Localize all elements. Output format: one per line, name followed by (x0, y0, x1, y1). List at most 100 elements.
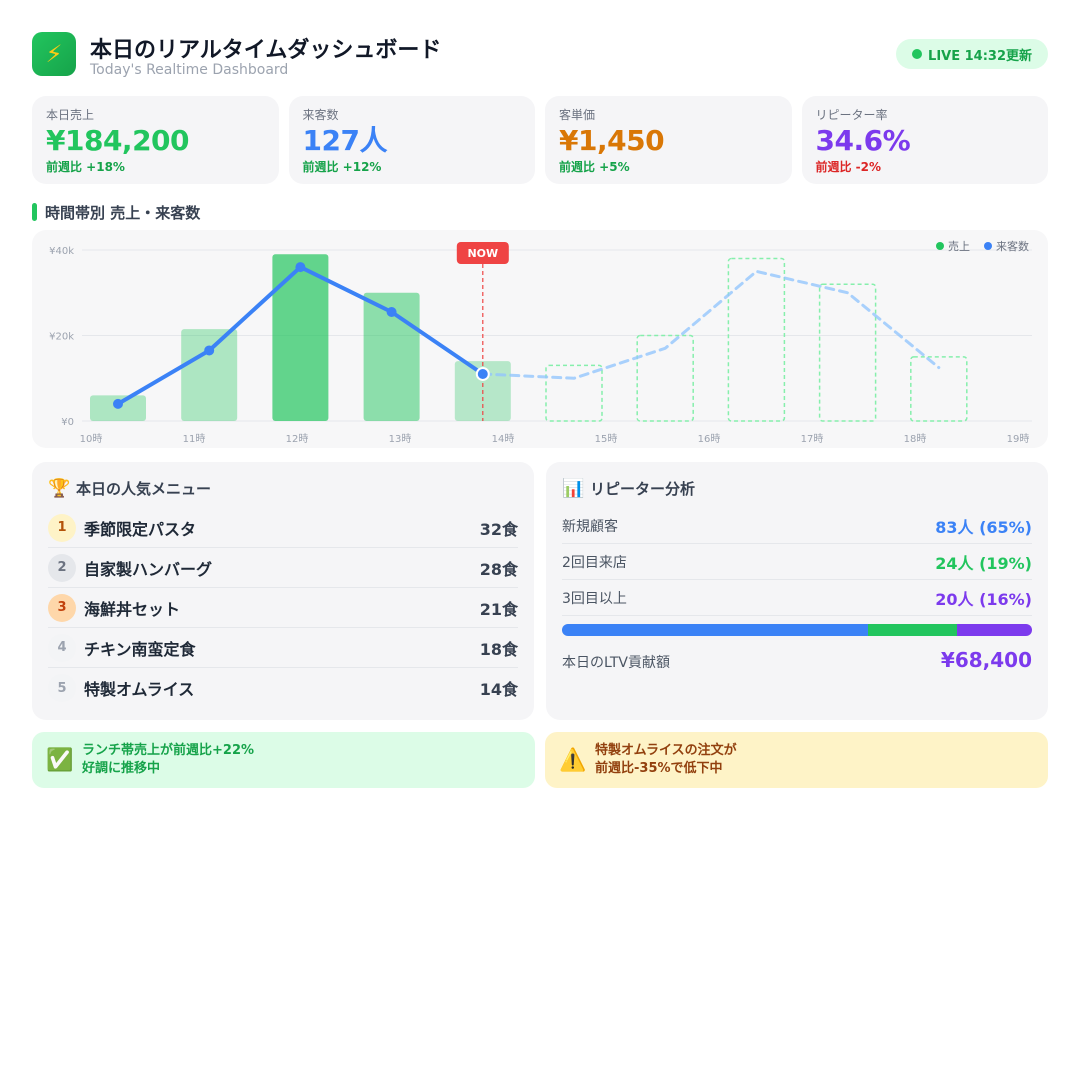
y-tick-label: ¥0 (61, 417, 74, 428)
chart-section-title: 時間帯別 売上・来客数 (32, 202, 200, 222)
alert-line: 好調に推移中 (82, 761, 161, 776)
kpi-label: 本日売上 (46, 108, 95, 122)
alert-success[interactable]: ✅ ランチ帯売上が前週比+22% 好調に推移中 (32, 732, 535, 788)
kpi-card-visitors[interactable]: 来客数 127人 前週比 +12% (288, 96, 535, 184)
kpi-label: 客単価 (559, 108, 596, 122)
legend-label-visitors: 来客数 (996, 239, 1029, 253)
sales-forecast-bar (545, 364, 603, 422)
alert-warning[interactable]: ⚠️ 特製オムライスの注文が 前週比-35%で低下中 (545, 732, 1048, 788)
kpi-delta: 前週比 -2% (815, 160, 882, 174)
rank-badge: 1 (48, 513, 76, 542)
visitors-point (204, 345, 215, 356)
live-status-label: LIVE 14:32更新 (928, 48, 1032, 64)
chart-section-label: 時間帯別 売上・来客数 (45, 203, 201, 222)
hourly-chart-card: ¥40k ¥20k ¥0 10時 11時 12時 13時 14時 15時 16時 17時 18時 19時… (32, 230, 1048, 448)
kpi-value: ¥184,200 (46, 124, 190, 157)
sales-forecast-bar (727, 257, 786, 422)
lightning-icon: ⚡ (32, 32, 76, 76)
kpi-row: 本日売上 ¥184,200 前週比 +18% 来客数 127人 前週比 +12%… (32, 96, 1048, 184)
repeater-label: 3回目以上 (562, 590, 627, 607)
menu-item-name: チキン南蛮定食 (84, 639, 196, 659)
kpi-card-avg-spend[interactable]: 客単価 ¥1,450 前週比 +5% (545, 96, 792, 184)
popular-menu-list: 1 季節限定パスタ 32食 2 自家製ハンバーグ 28食 3 海鮮丼セット 21… (48, 508, 518, 708)
kpi-label: リピーター率 (815, 108, 888, 122)
kpi-value: 127人 (302, 124, 388, 157)
repeater-value: 24人 (19%) (935, 553, 1032, 573)
list-item[interactable]: 1 季節限定パスタ 32食 (48, 508, 518, 548)
x-tick-label: 13時 (389, 433, 412, 445)
ltv-value: ¥68,400 (940, 648, 1032, 672)
check-icon: ✅ (46, 747, 74, 773)
menu-item-name: 季節限定パスタ (84, 519, 197, 539)
kpi-value: ¥1,450 (559, 124, 665, 157)
x-tick-label: 15時 (595, 433, 618, 445)
x-tick-label: 12時 (286, 433, 309, 445)
alert-line: 前週比-35%で低下中 (595, 761, 723, 776)
sales-bar (181, 329, 238, 421)
share-segment (867, 624, 957, 636)
x-tick-label: 14時 (492, 433, 515, 445)
menu-item-count: 28食 (479, 559, 518, 579)
kpi-card-repeat-rate[interactable]: リピーター率 34.6% 前週比 -2% (801, 96, 1048, 184)
y-tick-label: ¥40k (49, 246, 74, 257)
list-item[interactable]: 2 自家製ハンバーグ 28食 (48, 548, 518, 588)
x-tick-label: 11時 (183, 433, 206, 445)
repeater-share-bar (562, 624, 1032, 636)
alert-text: ランチ帯売上が前週比+22% 好調に推移中 (82, 742, 254, 778)
alert-line: ランチ帯売上が前週比+22% (82, 743, 255, 758)
x-tick-label: 16時 (698, 433, 721, 445)
kpi-card-sales[interactable]: 本日売上 ¥184,200 前週比 +18% (32, 96, 279, 184)
popular-menu-card: 🏆 本日の人気メニュー 1 季節限定パスタ 32食 2 自家製ハンバーグ 28食… (32, 462, 534, 720)
dashboard-frame: ⚡ 本日のリアルタイムダッシュボード Today's Realtime Dash… (0, 0, 1080, 1080)
alert-text: 特製オムライスの注文が 前週比-35%で低下中 (595, 742, 737, 778)
repeater-list: 新規顧客 83人 (65%) 2回目来店 24人 (19%) 3回目以上 20人… (562, 508, 1032, 616)
warning-icon: ⚠️ (559, 747, 587, 773)
legend-swatch-sales (936, 242, 944, 250)
list-item[interactable]: 3 海鮮丼セット 21食 (48, 588, 518, 628)
kpi-label: 来客数 (302, 108, 339, 122)
popular-menu-title: 🏆 本日の人気メニュー (48, 478, 211, 499)
menu-item-count: 21食 (479, 599, 518, 619)
header: ⚡ 本日のリアルタイムダッシュボード Today's Realtime Dash… (32, 32, 1048, 78)
now-label: NOW (467, 247, 498, 260)
repeater-value: 83人 (65%) (935, 517, 1032, 537)
x-tick-label: 19時 (1007, 433, 1030, 445)
bar-chart-icon: 📊 (562, 478, 585, 499)
kpi-value: 34.6% (815, 124, 911, 157)
sales-bar (272, 254, 329, 421)
repeater-analysis-card: 📊 リピーター分析 新規顧客 83人 (65%) 2回目来店 24人 (19%)… (546, 462, 1048, 720)
sales-forecast-bar (818, 283, 877, 422)
page-subtitle: Today's Realtime Dashboard (90, 62, 289, 78)
repeater-analysis-title-text: リピーター分析 (590, 480, 696, 498)
repeater-value: 20人 (16%) (935, 589, 1032, 609)
visitors-point (386, 306, 397, 317)
live-status-badge: LIVE 14:32更新 (896, 39, 1048, 69)
list-item[interactable]: 3回目以上 20人 (16%) (562, 580, 1032, 616)
x-tick-label: 18時 (904, 433, 927, 445)
trophy-icon: 🏆 (48, 478, 71, 499)
repeater-analysis-title: 📊 リピーター分析 (562, 478, 695, 499)
list-item[interactable]: 5 特製オムライス 14食 (48, 668, 518, 708)
visitors-point (295, 262, 306, 273)
rank-badge: 3 (48, 593, 76, 622)
kpi-delta: 前週比 +5% (559, 160, 630, 174)
menu-item-count: 14食 (479, 680, 518, 699)
page-title: 本日のリアルタイムダッシュボード (90, 38, 442, 63)
popular-menu-title-text: 本日の人気メニュー (76, 480, 212, 498)
visitors-point (475, 366, 490, 381)
list-item[interactable]: 4 チキン南蛮定食 18食 (48, 628, 518, 668)
kpi-delta: 前週比 +12% (302, 160, 382, 174)
list-item[interactable]: 新規顧客 83人 (65%) (562, 508, 1032, 544)
menu-item-count: 32食 (479, 519, 518, 539)
legend-label-sales: 売上 (948, 240, 970, 253)
list-item[interactable]: 2回目来店 24人 (19%) (562, 544, 1032, 580)
rank-badge: 2 (48, 553, 76, 582)
rank-badge: 5 (48, 674, 76, 702)
visitors-point (113, 398, 123, 409)
menu-item-name: 海鮮丼セット (84, 599, 181, 619)
menu-item-name: 特製オムライス (84, 680, 195, 699)
visitors-forecast-line (481, 269, 941, 380)
hourly-chart[interactable]: ¥40k ¥20k ¥0 10時 11時 12時 13時 14時 15時 16時 17時 18時 19時… (32, 230, 1048, 448)
repeater-label: 2回目来店 (562, 554, 627, 571)
ltv-label: 本日のLTV貢献額 (562, 655, 671, 671)
